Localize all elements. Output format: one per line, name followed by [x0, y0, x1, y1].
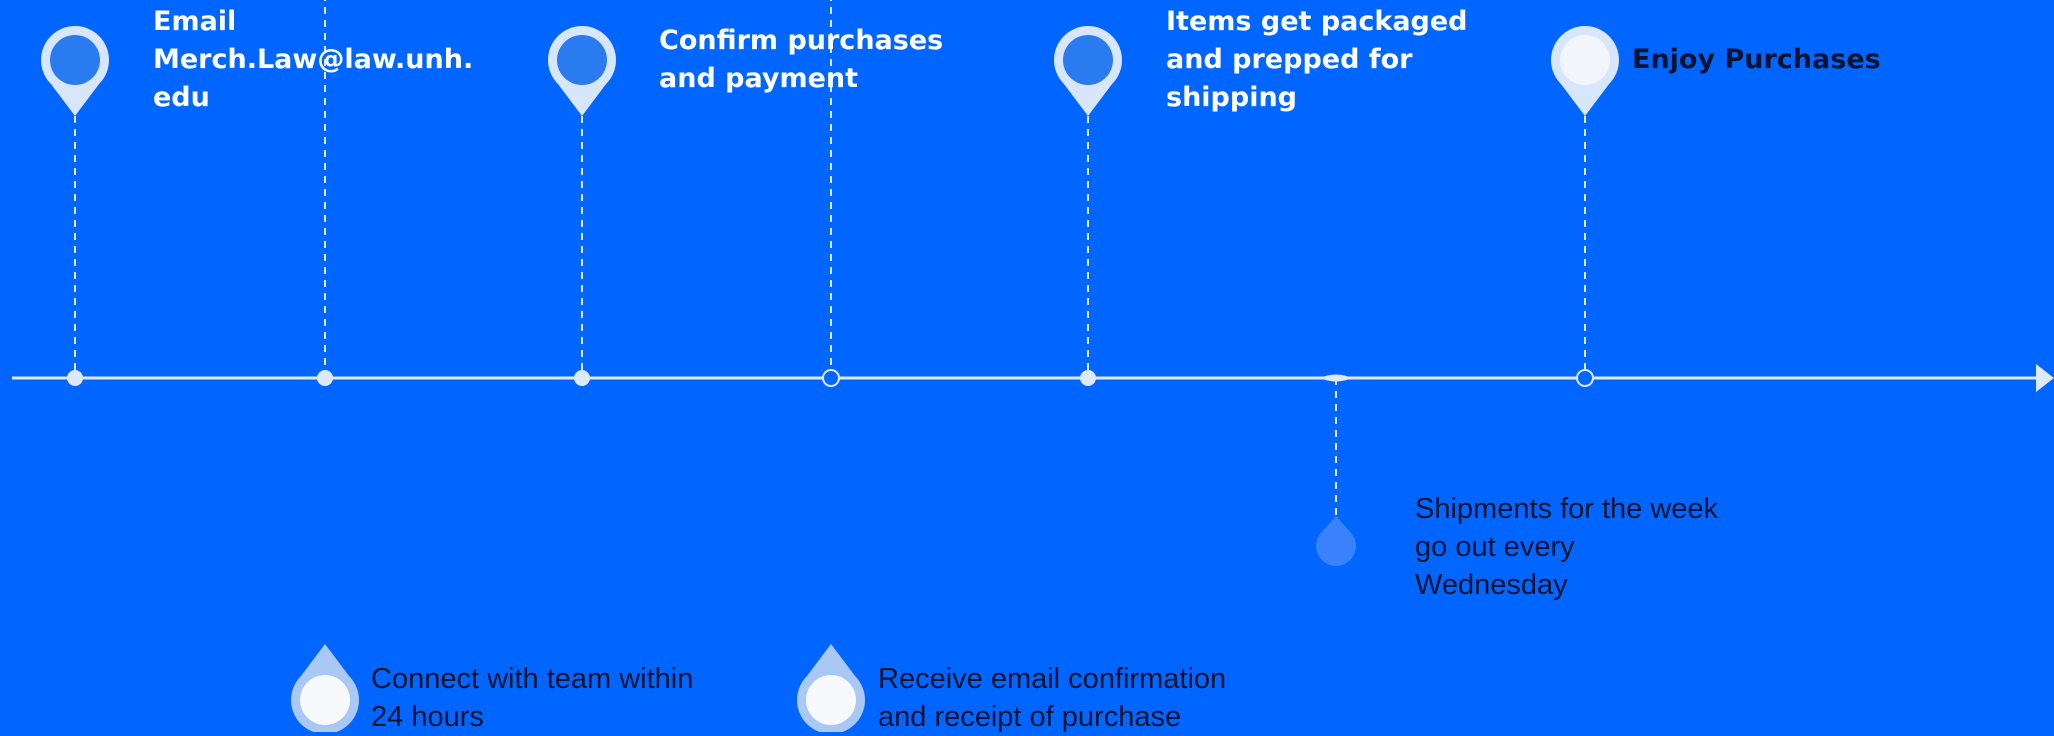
axis-arrowhead	[2036, 364, 2054, 392]
step-label-packaged: Items get packaged and prepped for shipp…	[1166, 6, 1468, 113]
axis-node-shipments	[1320, 374, 1352, 382]
axis-node-connect	[317, 370, 333, 386]
step-label-enjoy: Enjoy Purchases	[1632, 44, 1881, 75]
step-label-connect: Connect with team within 24 hours	[371, 663, 694, 733]
axis-node-email	[67, 370, 83, 386]
pin-connect	[291, 644, 359, 732]
pin-email	[41, 26, 109, 117]
pin-receipt	[797, 644, 865, 732]
step-label-confirm: Confirm purchases and payment	[659, 25, 944, 94]
axis-node-receipt	[822, 369, 840, 387]
pin-shipments	[1316, 516, 1356, 567]
step-label-receipt: Receive email confirmation and receipt o…	[878, 663, 1227, 733]
step-label-shipments: Shipments for the week go out every Wedn…	[1415, 493, 1719, 601]
axis-node-confirm	[574, 370, 590, 386]
step-label-email: Email Merch.Law@law.unh. edu	[153, 6, 474, 113]
axis-node-packaged	[1080, 370, 1096, 386]
pin-packaged	[1054, 25, 1122, 116]
pin-enjoy	[1551, 25, 1619, 117]
axis-node-enjoy	[1576, 369, 1594, 387]
pin-confirm	[548, 26, 616, 116]
